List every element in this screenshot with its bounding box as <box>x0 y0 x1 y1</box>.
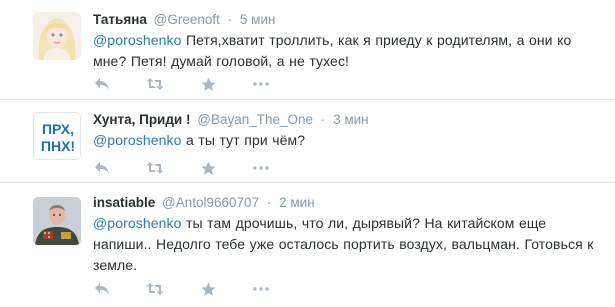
tweet-actions <box>93 75 270 93</box>
tweet: ПРХ, ПНХ! Хунта, Приди ! @Bayan_The_One … <box>0 100 615 183</box>
tweet-header: Татьяна @Greenoft · 5 мин <box>93 11 601 28</box>
tweet-actions <box>93 159 270 177</box>
retweet-icon[interactable] <box>146 75 164 93</box>
tweet-feed: Татьяна @Greenoft · 5 мин @poroshenko Пе… <box>0 0 615 307</box>
tweet-timestamp[interactable]: 3 мин <box>333 112 369 127</box>
tweet-content: Татьяна @Greenoft · 5 мин @poroshenko Пе… <box>93 11 601 72</box>
mention-link[interactable]: @poroshenko <box>93 215 181 231</box>
reply-icon[interactable] <box>93 75 111 93</box>
mention-link[interactable]: @poroshenko <box>93 132 181 148</box>
mention-link[interactable]: @poroshenko <box>93 32 181 48</box>
tweet-username[interactable]: @Bayan_The_One <box>197 112 313 127</box>
avatar[interactable] <box>33 197 81 245</box>
reply-icon[interactable] <box>93 159 111 177</box>
tweet-username[interactable]: @Antol9660707 <box>162 195 259 210</box>
tweet-fullname[interactable]: Татьяна <box>93 12 147 27</box>
retweet-icon[interactable] <box>146 280 164 298</box>
separator-dot: · <box>266 195 272 210</box>
tweet-body: а ты тут при чём? <box>181 132 306 148</box>
tweet-text: @poroshenko ты там дрочишь, что ли, дыря… <box>93 213 601 276</box>
tweet-header: Хунта, Приди ! @Bayan_The_One · 3 мин <box>93 111 601 128</box>
tweet: Татьяна @Greenoft · 5 мин @poroshenko Пе… <box>0 0 615 100</box>
tweet-fullname[interactable]: Хунта, Приди ! <box>93 112 190 127</box>
tweet-content: insatiable @Antol9660707 · 2 мин @porosh… <box>93 194 601 276</box>
star-icon[interactable] <box>199 280 217 298</box>
avatar[interactable] <box>33 12 81 60</box>
separator-dot: · <box>320 112 326 127</box>
avatar[interactable]: ПРХ, ПНХ! <box>33 112 81 160</box>
more-icon[interactable] <box>252 280 270 298</box>
tweet-content: Хунта, Приди ! @Bayan_The_One · 3 мин @p… <box>93 111 601 151</box>
more-icon[interactable] <box>252 75 270 93</box>
tweet-timestamp[interactable]: 5 мин <box>240 12 276 27</box>
tweet-text: @poroshenko а ты тут при чём? <box>93 130 601 151</box>
more-icon[interactable] <box>252 159 270 177</box>
separator-dot: · <box>227 12 233 27</box>
star-icon[interactable] <box>199 75 217 93</box>
tweet-actions <box>93 280 270 298</box>
avatar-text-line2: ПНХ! <box>41 138 75 154</box>
tweet-username[interactable]: @Greenoft <box>154 12 220 27</box>
tweet-header: insatiable @Antol9660707 · 2 мин <box>93 194 601 211</box>
tweet-text: @poroshenko Петя,хватит троллить, как я … <box>93 30 601 72</box>
tweet: insatiable @Antol9660707 · 2 мин @porosh… <box>0 183 615 307</box>
star-icon[interactable] <box>199 159 217 177</box>
avatar-text-line1: ПРХ, <box>42 121 74 137</box>
retweet-icon[interactable] <box>146 159 164 177</box>
tweet-timestamp[interactable]: 2 мин <box>279 195 315 210</box>
reply-icon[interactable] <box>93 280 111 298</box>
tweet-fullname[interactable]: insatiable <box>93 195 155 210</box>
